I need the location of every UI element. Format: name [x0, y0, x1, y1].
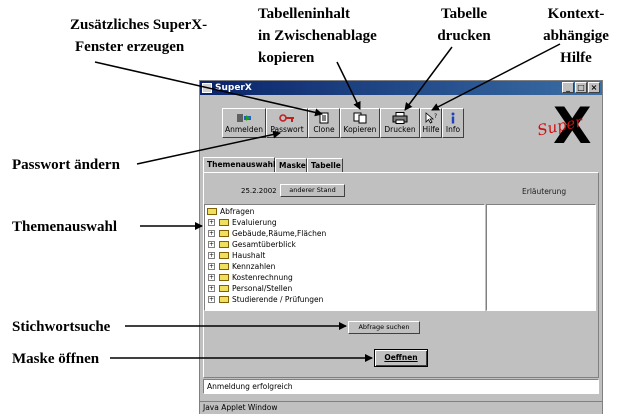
- tree-item[interactable]: + Kennzahlen: [208, 262, 275, 272]
- folder-icon: [219, 241, 229, 248]
- tree-root[interactable]: Abfragen: [207, 207, 254, 217]
- clone-window-icon: [319, 112, 329, 124]
- tree-item[interactable]: + Haushalt: [208, 251, 265, 261]
- tree-item[interactable]: + Evaluierung: [208, 218, 277, 228]
- help-pointer-icon: ?: [425, 112, 437, 124]
- tree-item[interactable]: + Personal/Stellen: [208, 284, 292, 294]
- annotation-new-window-line2: Fenster erzeugen: [75, 39, 185, 55]
- kopieren-button[interactable]: Kopieren: [340, 108, 380, 138]
- annotation-new-window-line1: Zusätzliches SuperX-: [70, 17, 208, 33]
- expand-icon[interactable]: +: [208, 219, 215, 226]
- anderer-stand-button[interactable]: anderer Stand: [280, 184, 345, 197]
- window-title: SuperX: [215, 83, 252, 93]
- tab-maske[interactable]: Maske: [275, 158, 307, 173]
- folder-icon: [219, 285, 229, 292]
- tree-root-label: Abfragen: [220, 207, 255, 216]
- tree-item-label: Kennzahlen: [232, 262, 276, 271]
- annotation-keyword-search: Stichwortsuche: [12, 319, 111, 335]
- annotation-print-line1: Tabelle: [440, 6, 488, 22]
- clone-label: Clone: [313, 125, 335, 134]
- annotation-password: Passwort ändern: [12, 157, 120, 173]
- maximize-button[interactable]: □: [575, 82, 587, 93]
- passwort-button[interactable]: Passwort: [266, 108, 308, 138]
- info-button[interactable]: Info: [442, 108, 464, 138]
- info-label: Info: [445, 125, 461, 134]
- info-icon: [451, 112, 455, 124]
- annotation-clipboard-line3: kopieren: [258, 50, 315, 66]
- printer-icon: [392, 112, 408, 124]
- annotation-help-line2: abhängige: [543, 28, 609, 44]
- erlaeuterung-label: Erläuterung: [522, 187, 567, 196]
- expand-icon[interactable]: +: [208, 285, 215, 292]
- tree-item-label: Studierende / Prüfungen: [232, 295, 324, 304]
- tree-item-label: Gebäude,Räume,Flächen: [232, 229, 327, 238]
- tree-item-label: Evaluierung: [232, 218, 277, 227]
- annotation-help-line3: Hilfe: [560, 50, 592, 66]
- expand-icon[interactable]: +: [208, 252, 215, 259]
- tree-item-label: Kostenrechnung: [232, 273, 293, 282]
- expand-icon[interactable]: +: [208, 274, 215, 281]
- copy-icon: [353, 112, 367, 124]
- tab-themenauswahl[interactable]: Themenauswahl: [203, 157, 276, 173]
- explanation-area[interactable]: [486, 204, 596, 311]
- tree-item-label: Gesamtüberblick: [232, 240, 296, 249]
- stand-date: 25.2.2002: [241, 187, 277, 195]
- tree-item-label: Haushalt: [232, 251, 266, 260]
- tree-item[interactable]: + Kostenrechnung: [208, 273, 293, 283]
- tab-tabelle[interactable]: Tabelle: [307, 158, 343, 173]
- annotation-clipboard-line2: in Zwischenablage: [258, 28, 377, 44]
- annotation-theme-selection: Themenauswahl: [12, 219, 118, 235]
- expand-icon[interactable]: +: [208, 230, 215, 237]
- key-icon: [279, 114, 294, 122]
- status-field: Anmeldung erfolgreich: [203, 379, 599, 394]
- login-icon: [237, 114, 251, 122]
- close-button[interactable]: ×: [588, 82, 600, 93]
- expand-icon[interactable]: +: [208, 241, 215, 248]
- tree-item[interactable]: + Gebäude,Räume,Flächen: [208, 229, 326, 239]
- tree-item[interactable]: + Gesamtüberblick: [208, 240, 296, 250]
- anmelden-label: Anmelden: [224, 125, 264, 134]
- folder-icon: [219, 296, 229, 303]
- folder-icon: [219, 252, 229, 259]
- clone-button[interactable]: Clone: [308, 108, 340, 138]
- expand-icon[interactable]: +: [208, 296, 215, 303]
- drucken-label: Drucken: [384, 125, 416, 134]
- expand-icon[interactable]: +: [208, 263, 215, 270]
- kopieren-label: Kopieren: [343, 125, 377, 134]
- folder-icon: [219, 230, 229, 237]
- folder-icon: [219, 219, 229, 226]
- folder-icon: [207, 208, 217, 215]
- title-bar: SuperX _ □ ×: [200, 81, 602, 95]
- minimize-button[interactable]: _: [562, 82, 574, 93]
- folder-icon: [219, 263, 229, 270]
- applet-footer: Java Applet Window: [200, 401, 602, 414]
- tree-item[interactable]: + Studierende / Prüfungen: [208, 295, 323, 305]
- hilfe-label: Hilfe: [422, 125, 440, 134]
- annotation-clipboard-line1: Tabelleninhalt: [258, 6, 350, 22]
- svg-text:?: ?: [434, 113, 437, 120]
- superx-logo: X Super: [536, 101, 597, 153]
- applet-window: SuperX _ □ × Anmelden Passwort Clone Kop…: [199, 80, 603, 414]
- folder-icon: [219, 274, 229, 281]
- passwort-label: Passwort: [270, 125, 304, 134]
- annotation-open-mask: Maske öffnen: [12, 351, 100, 367]
- theme-tree[interactable]: Abfragen + Evaluierung + Gebäude,Räume,F…: [204, 204, 485, 311]
- app-icon: [202, 83, 212, 93]
- hilfe-button[interactable]: ? Hilfe: [420, 108, 442, 138]
- annotation-help-line1: Kontext-: [547, 6, 605, 22]
- oeffnen-button[interactable]: Oeffnen: [374, 349, 428, 367]
- drucken-button[interactable]: Drucken: [380, 108, 420, 138]
- anmelden-button[interactable]: Anmelden: [222, 108, 266, 138]
- abfrage-suchen-button[interactable]: Abfrage suchen: [348, 321, 420, 334]
- annotation-print-line2: drucken: [437, 28, 491, 44]
- tree-item-label: Personal/Stellen: [232, 284, 293, 293]
